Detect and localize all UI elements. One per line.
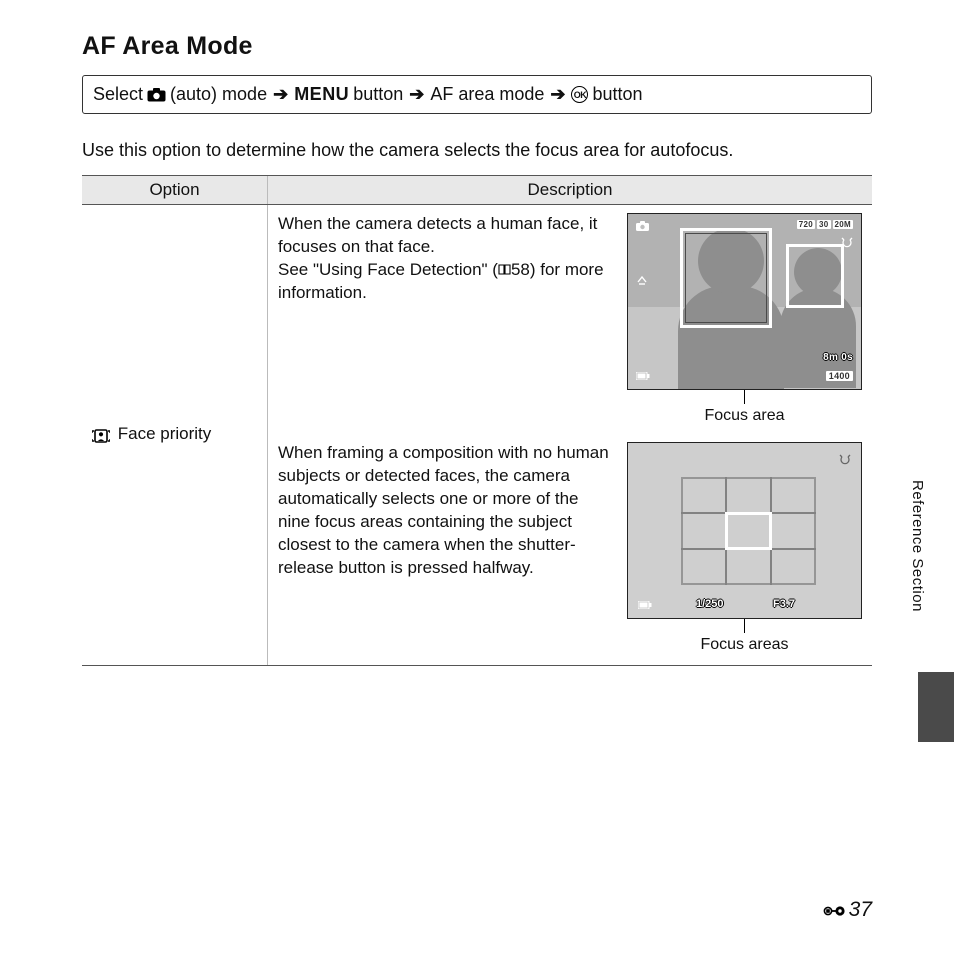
nav-select: Select bbox=[93, 84, 143, 105]
focus-frame-small bbox=[786, 244, 844, 308]
desc-text-1: When the camera detects a human face, it… bbox=[278, 213, 613, 426]
table-row: Face priority When the camera detects a … bbox=[82, 205, 872, 666]
arrow-icon: ➔ bbox=[407, 84, 426, 105]
book-icon bbox=[498, 264, 511, 275]
section-label: Reference Section bbox=[909, 480, 926, 612]
shutter-speed: 1/250 bbox=[696, 598, 724, 610]
option-label: Face priority bbox=[118, 424, 212, 443]
face-priority-icon bbox=[92, 426, 110, 440]
page-title: AF Area Mode bbox=[82, 32, 872, 61]
focus-frame-main bbox=[680, 228, 772, 328]
arrow-icon: ➔ bbox=[548, 84, 567, 105]
nav-button-2: button bbox=[592, 84, 642, 105]
camera-icon bbox=[147, 84, 166, 105]
face-detect-screen: 7203020M 8m 0s 1400 bbox=[627, 213, 862, 390]
page-number: 37 bbox=[823, 898, 872, 922]
nine-area-grid bbox=[682, 478, 815, 584]
breadcrumb: Select (auto) mode ➔ MENU button ➔ AF ar… bbox=[82, 75, 872, 114]
col-option: Option bbox=[82, 176, 268, 205]
section-tab bbox=[918, 672, 954, 742]
aperture: F3.7 bbox=[773, 598, 795, 610]
arrow-icon: ➔ bbox=[271, 84, 290, 105]
options-table: Option Description bbox=[82, 175, 872, 666]
nav-mode: (auto) mode bbox=[170, 84, 267, 105]
nine-area-screen: 1/250 F3.7 bbox=[627, 442, 862, 619]
ok-icon: OK bbox=[571, 86, 588, 103]
nav-item: AF area mode bbox=[430, 84, 544, 105]
figure-caption-2: Focus areas bbox=[700, 636, 788, 654]
intro-text: Use this option to determine how the cam… bbox=[82, 140, 872, 161]
page-icon bbox=[823, 898, 845, 922]
col-description: Description bbox=[268, 176, 873, 205]
figure-caption-1: Focus area bbox=[704, 407, 784, 425]
desc-text-2: When framing a composition with no human… bbox=[278, 442, 613, 655]
focus-area-selected bbox=[725, 512, 771, 549]
menu-label: MENU bbox=[294, 84, 349, 105]
boost-icon bbox=[839, 453, 851, 466]
battery-icon bbox=[638, 599, 652, 610]
nav-button-1: button bbox=[353, 84, 403, 105]
